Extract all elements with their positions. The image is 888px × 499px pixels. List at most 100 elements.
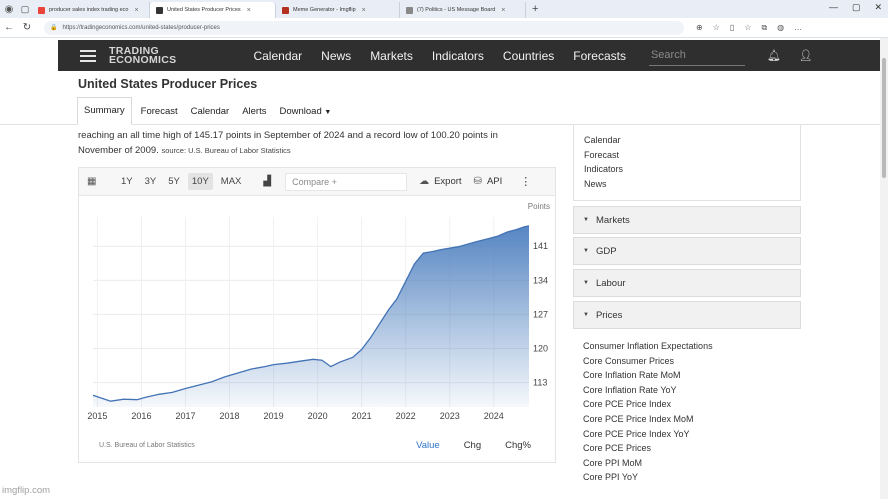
- new-tab-icon[interactable]: +: [532, 3, 538, 15]
- mode-value[interactable]: Value: [416, 440, 440, 451]
- x-tick-label: 2024: [484, 411, 504, 421]
- back-icon[interactable]: ←: [0, 22, 18, 33]
- list-item[interactable]: Core Consumer Prices: [583, 354, 799, 369]
- list-item[interactable]: Core PPI YoY: [583, 470, 799, 484]
- tab-alerts[interactable]: Alerts: [242, 106, 266, 117]
- y-tick-label: 134: [533, 275, 548, 285]
- chart-footer: U.S. Bureau of Labor Statistics Value Ch…: [79, 435, 555, 455]
- description-line1: reaching an all time high of 145.17 poin…: [78, 130, 498, 141]
- browser-tab-2[interactable]: Meme Generator - Imgflip ×: [276, 2, 400, 18]
- list-item[interactable]: Core PCE Price Index: [583, 397, 799, 412]
- window-controls: — ▢ ✕: [829, 2, 882, 13]
- list-item[interactable]: Core Inflation Rate MoM: [583, 368, 799, 383]
- sidebar-link-indicators[interactable]: Indicators: [584, 162, 800, 177]
- tab-close-icon[interactable]: ×: [362, 7, 366, 14]
- export-button[interactable]: ☁ Export: [419, 176, 461, 187]
- favorites-icon[interactable]: ☆: [744, 23, 751, 33]
- browser-profile-icon[interactable]: ◉: [0, 0, 18, 18]
- close-window-icon[interactable]: ✕: [874, 2, 882, 13]
- browser-tab-3[interactable]: (7) Politics - US Message Board ×: [400, 2, 526, 18]
- nav-countries[interactable]: Countries: [503, 49, 554, 63]
- calendar-icon[interactable]: ▦: [87, 176, 101, 187]
- maximize-icon[interactable]: ▢: [852, 2, 861, 13]
- chart-card: ▦ 1Y 3Y 5Y 10Y MAX ▟ Compare + ☁ Export …: [78, 167, 556, 463]
- user-icon[interactable]: 👤︎: [799, 49, 813, 62]
- url-field[interactable]: 🔒 https://tradingeconomics.com/united-st…: [44, 20, 684, 35]
- tab-title: producer sales index trading eco: [49, 7, 129, 13]
- api-button[interactable]: ⛁ API: [474, 176, 503, 187]
- range-3y[interactable]: 3Y: [141, 173, 161, 190]
- range-1y[interactable]: 1Y: [117, 173, 137, 190]
- list-item[interactable]: Core PCE Price Index MoM: [583, 412, 799, 427]
- split-icon[interactable]: ▯: [730, 23, 734, 33]
- area-fill: [93, 225, 529, 407]
- tab-title: Meme Generator - Imgflip: [293, 7, 356, 13]
- caret-down-icon: ▼: [583, 248, 589, 254]
- list-item[interactable]: Core Inflation Rate YoY: [583, 383, 799, 398]
- list-item[interactable]: Core PCE Prices: [583, 441, 799, 456]
- caret-down-icon: ▼: [583, 280, 589, 286]
- database-icon: ⛁: [473, 176, 482, 187]
- list-item[interactable]: Consumer Inflation Expectations: [583, 339, 799, 354]
- search-input[interactable]: Search: [648, 46, 745, 66]
- x-tick-label: 2022: [396, 411, 416, 421]
- list-item[interactable]: Core PPI MoM: [583, 456, 799, 471]
- tab-close-icon[interactable]: ×: [501, 7, 505, 14]
- more-options-icon[interactable]: ⋮: [520, 175, 531, 188]
- mode-chg-pct[interactable]: Chg%: [505, 440, 531, 451]
- tab-forecast[interactable]: Forecast: [141, 106, 178, 117]
- sidebar-link-calendar[interactable]: Calendar: [584, 133, 800, 148]
- section-markets[interactable]: ▼ Markets: [573, 206, 801, 234]
- range-selector: 1Y 3Y 5Y 10Y MAX: [117, 173, 249, 190]
- range-5y[interactable]: 5Y: [164, 173, 184, 190]
- minimize-icon[interactable]: —: [829, 2, 838, 13]
- section-labour[interactable]: ▼ Labour: [573, 269, 801, 297]
- browser-tab-0[interactable]: producer sales index trading eco ×: [32, 2, 150, 18]
- nav-news[interactable]: News: [321, 49, 351, 63]
- tab-download[interactable]: Download ▼: [279, 106, 331, 117]
- site-header: TRADING ECONOMICS Calendar News Markets …: [58, 40, 880, 71]
- browser-address-bar: ← ↻ 🔒 https://tradingeconomics.com/unite…: [0, 18, 888, 38]
- more-icon[interactable]: …: [794, 23, 802, 33]
- mode-chg[interactable]: Chg: [464, 440, 481, 451]
- x-tick-label: 2020: [308, 411, 328, 421]
- collections-icon[interactable]: ⧉: [761, 23, 767, 33]
- page-scrollbar[interactable]: [880, 38, 888, 499]
- range-10y[interactable]: 10Y: [187, 173, 213, 190]
- bell-icon[interactable]: 🔔︎: [767, 49, 781, 62]
- section-gdp[interactable]: ▼ GDP: [573, 237, 801, 265]
- scrollbar-thumb[interactable]: [882, 58, 886, 178]
- chart-type-icon[interactable]: ▟: [263, 176, 271, 187]
- sidebar-link-news[interactable]: News: [584, 177, 800, 192]
- nav-indicators[interactable]: Indicators: [432, 49, 484, 63]
- browser-tab-bar: ◉ ▢ producer sales index trading eco × U…: [0, 0, 888, 18]
- tab-close-icon[interactable]: ×: [247, 7, 251, 14]
- reload-icon[interactable]: ↻: [18, 22, 36, 33]
- nav-markets[interactable]: Markets: [370, 49, 413, 63]
- caret-down-icon: ▼: [583, 217, 589, 223]
- description: reaching an all time high of 145.17 poin…: [78, 128, 556, 158]
- nav-forecasts[interactable]: Forecasts: [573, 49, 626, 63]
- star-icon[interactable]: ☆: [713, 23, 720, 33]
- nav-calendar[interactable]: Calendar: [253, 49, 302, 63]
- lock-icon: 🔒: [50, 25, 58, 31]
- list-item[interactable]: Core PCE Price Index YoY: [583, 427, 799, 442]
- export-label: Export: [434, 176, 462, 187]
- menu-icon[interactable]: [80, 49, 96, 62]
- compare-input[interactable]: Compare +: [285, 172, 408, 191]
- browser-tab-1[interactable]: United States Producer Prices ×: [150, 2, 276, 18]
- range-max[interactable]: MAX: [217, 173, 246, 190]
- profile-icon[interactable]: ◍: [777, 23, 784, 33]
- section-label: Prices: [595, 309, 623, 321]
- tab-summary[interactable]: Summary: [77, 97, 132, 125]
- section-prices[interactable]: ▼ Prices: [573, 301, 801, 329]
- site-logo[interactable]: TRADING ECONOMICS: [109, 45, 176, 65]
- sidebar-link-forecast[interactable]: Forecast: [584, 148, 800, 163]
- top-nav: Calendar News Markets Indicators Countri…: [253, 49, 644, 63]
- tab-close-icon[interactable]: ×: [135, 7, 139, 14]
- download-label: Download: [279, 105, 322, 117]
- chart-toolbar: ▦ 1Y 3Y 5Y 10Y MAX ▟ Compare + ☁ Export …: [79, 168, 555, 196]
- zoom-icon[interactable]: ⊕: [696, 23, 703, 33]
- tab-calendar[interactable]: Calendar: [191, 106, 230, 117]
- tab-actions-icon[interactable]: ▢: [18, 2, 32, 16]
